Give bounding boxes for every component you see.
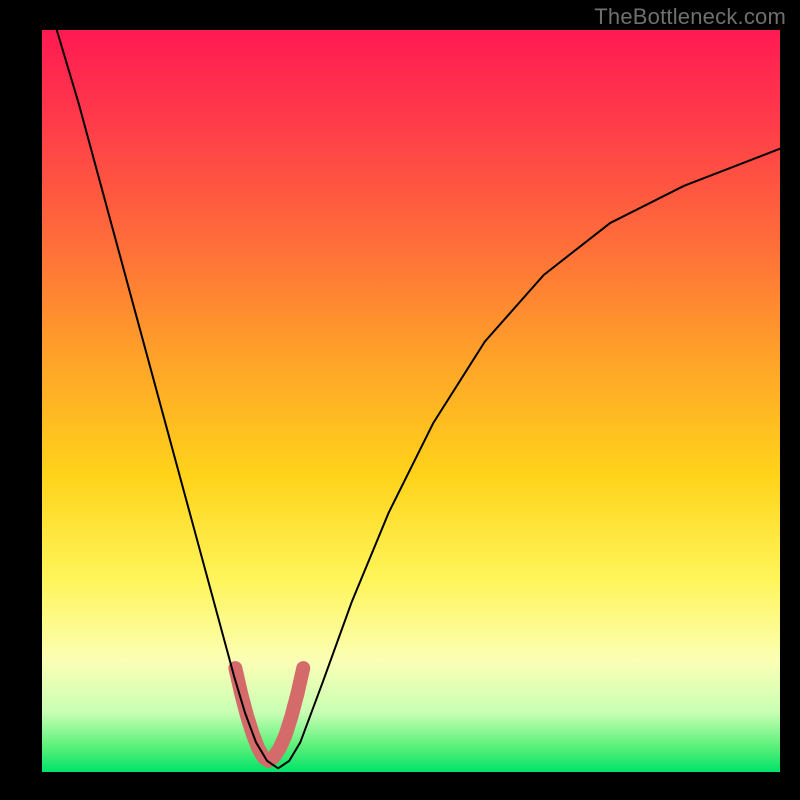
chart-frame: { "watermark": "TheBottleneck.com", "cha… bbox=[0, 0, 800, 800]
watermark-text: TheBottleneck.com bbox=[594, 4, 786, 30]
bottleneck-chart bbox=[0, 0, 800, 800]
plot-background bbox=[42, 30, 780, 772]
